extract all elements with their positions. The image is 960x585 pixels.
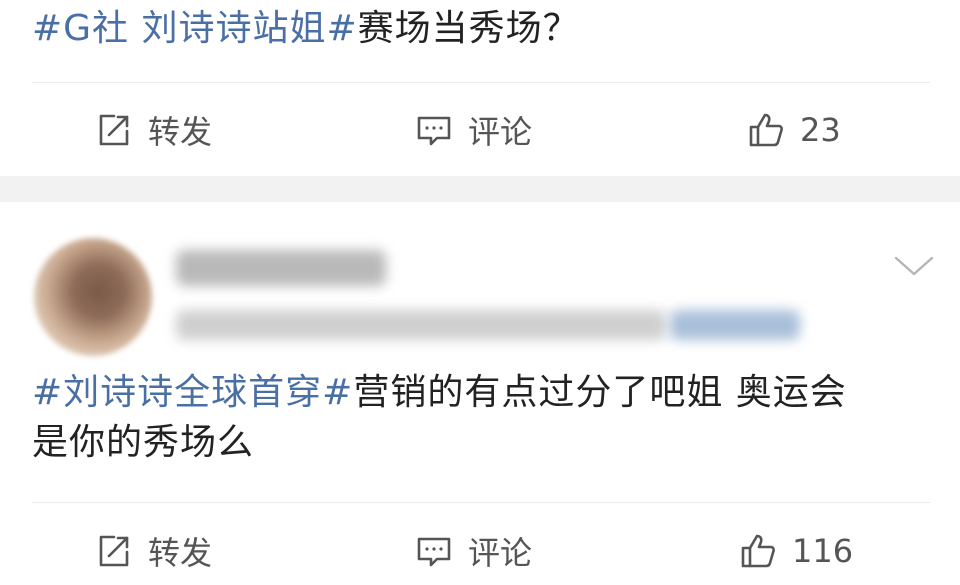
post1-like-count: 23 xyxy=(800,111,841,149)
post2-body-line1: 营销的有点过分了吧姐 奥运会 xyxy=(353,372,847,413)
edit-share-icon xyxy=(94,110,134,150)
thumbs-up-icon xyxy=(738,531,778,571)
feed-separator xyxy=(0,176,960,202)
post1-comment-button[interactable]: 评论 xyxy=(414,98,532,162)
post1-text: #G社 刘诗诗站姐#赛场当秀场？ xyxy=(32,4,580,54)
post1-repost-button[interactable]: 转发 xyxy=(94,98,212,162)
post1-action-bar: 转发 评论 23 xyxy=(0,98,960,162)
post2-comment-button[interactable]: 评论 xyxy=(414,519,532,583)
post1-comment-label: 评论 xyxy=(468,113,533,151)
post2-hashtag[interactable]: #刘诗诗全球首穿# xyxy=(32,372,353,413)
username-blurred[interactable] xyxy=(176,250,386,286)
post2-repost-label: 转发 xyxy=(148,534,213,572)
thumbs-up-icon xyxy=(746,110,786,150)
post2-repost-button[interactable]: 转发 xyxy=(94,519,212,583)
avatar[interactable] xyxy=(34,238,152,356)
post-source-blurred xyxy=(670,310,800,340)
post2-line1: #刘诗诗全球首穿#营销的有点过分了吧姐 奥运会 xyxy=(32,368,932,418)
post1-body: 赛场当秀场？ xyxy=(357,8,580,49)
edit-share-icon xyxy=(94,531,134,571)
chevron-down-icon[interactable] xyxy=(892,250,936,280)
post2-divider xyxy=(32,502,930,503)
post2-like-button[interactable]: 116 xyxy=(738,519,853,583)
post2-action-bar: 转发 评论 116 xyxy=(0,519,960,583)
post1-repost-label: 转发 xyxy=(148,113,213,151)
comment-bubble-icon xyxy=(414,110,454,150)
post1-divider xyxy=(32,82,930,83)
post2-body-line2: 是你的秀场么 xyxy=(32,422,255,463)
post1-like-button[interactable]: 23 xyxy=(746,98,841,162)
post-meta-blurred xyxy=(176,310,666,340)
post2-comment-label: 评论 xyxy=(468,534,533,572)
post2-like-count: 116 xyxy=(792,532,854,570)
post1-hashtag[interactable]: #G社 刘诗诗站姐# xyxy=(32,8,358,49)
post2-text: #刘诗诗全球首穿#营销的有点过分了吧姐 奥运会 是你的秀场么 xyxy=(32,368,932,468)
comment-bubble-icon xyxy=(414,531,454,571)
